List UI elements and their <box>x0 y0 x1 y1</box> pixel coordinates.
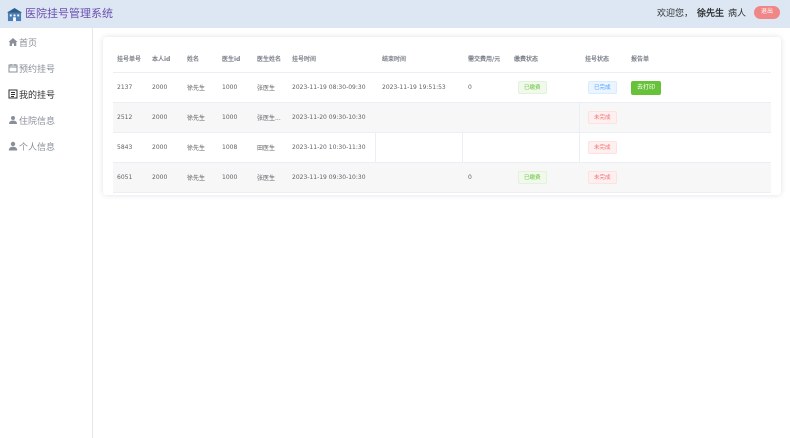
calendar-icon <box>8 64 18 73</box>
cell-self-id: 2000 <box>152 144 168 151</box>
pay-status-cell: 已缴费 <box>518 73 547 102</box>
cell-id: 5843 <box>117 144 133 151</box>
reg-status-cell: 已完成 <box>588 73 617 102</box>
table-row: 2137 2000 徐先生 1000 张医生 2023-11-19 08:30-… <box>113 73 771 103</box>
cell-fee: 0 <box>468 84 472 91</box>
reg-status-cell: 未完成 <box>588 103 617 132</box>
print-report-button[interactable]: 去打印 <box>631 80 662 95</box>
cell-time: 2023-11-19 09:30-10:30 <box>292 174 366 181</box>
col-header: 医生id <box>222 56 241 63</box>
top-header: 医院挂号管理系统 欢迎您， 徐先生 病人 退出 <box>0 0 790 28</box>
table-row: 6051 2000 徐先生 1000 张医生 2023-11-19 09:30-… <box>113 163 771 193</box>
col-header: 结束时间 <box>382 56 407 63</box>
cell-time: 2023-11-19 08:30-09:30 <box>292 84 366 91</box>
cell-doctor-name: 田医生 <box>257 145 276 152</box>
cell-id: 2137 <box>117 84 133 91</box>
sidebar-item-my-registrations[interactable]: 我的挂号 <box>8 87 55 101</box>
col-header: 挂号单号 <box>117 56 142 63</box>
sidebar-item-profile[interactable]: 个人信息 <box>8 139 55 153</box>
sidebar-item-label: 预约挂号 <box>19 64 56 75</box>
cell-self-id: 2000 <box>152 114 168 121</box>
table-row: 5843 2000 徐先生 1008 田医生 2023-11-20 10:30-… <box>113 133 771 163</box>
reg-status-badge: 未完成 <box>588 171 617 184</box>
cell-doctor-name: 张医生 <box>257 175 276 182</box>
cell-doctor-id: 1008 <box>222 144 238 151</box>
cell-name: 徐先生 <box>187 85 206 92</box>
user-name: 徐先生 <box>696 9 724 19</box>
table-header: 挂号单号 本人id 姓名 医生id 医生姓名 挂号时间 结束时间 需交费用/元 … <box>113 45 771 73</box>
welcome-text: 欢迎您， <box>656 9 693 19</box>
hospital-logo-icon <box>7 7 22 22</box>
user-icon <box>8 141 18 151</box>
cell-doctor-id: 1000 <box>222 174 238 181</box>
col-header: 挂号时间 <box>292 56 317 63</box>
cell-doctor-name: 张医生... <box>257 115 281 122</box>
cell-divider <box>375 133 376 162</box>
reg-status-badge: 已完成 <box>588 81 617 94</box>
sidebar-item-label: 个人信息 <box>19 142 56 153</box>
sidebar-item-appointment[interactable]: 预约挂号 <box>8 61 55 75</box>
cell-doctor-name: 张医生 <box>257 85 276 92</box>
pay-status-badge: 已缴费 <box>518 171 547 184</box>
reg-status-cell: 未完成 <box>588 163 617 192</box>
reg-status-badge: 未完成 <box>588 111 617 124</box>
registrations-table: 挂号单号 本人id 姓名 医生id 医生姓名 挂号时间 结束时间 需交费用/元 … <box>113 45 771 193</box>
sidebar-item-label: 首页 <box>19 38 38 49</box>
col-header: 医生姓名 <box>257 56 282 63</box>
cell-doctor-id: 1000 <box>222 114 238 121</box>
col-header: 缴费状态 <box>514 56 539 63</box>
sidebar-item-hospitalization[interactable]: 住院信息 <box>8 113 55 127</box>
user-role: 病人 <box>727 9 746 19</box>
sidebar: 首页 预约挂号 我的挂号 住院信息 个人信息 <box>0 28 93 438</box>
cell-time: 2023-11-20 10:30-11:30 <box>292 144 366 151</box>
user-area: 欢迎您， 徐先生 病人 退出 <box>657 6 780 19</box>
cell-doctor-id: 1000 <box>222 84 238 91</box>
pay-status-badge: 已缴费 <box>518 81 547 94</box>
registrations-card: 挂号单号 本人id 姓名 医生id 医生姓名 挂号时间 结束时间 需交费用/元 … <box>103 37 781 195</box>
table-row: 2512 2000 徐先生 1000 张医生... 2023-11-20 09:… <box>113 103 771 133</box>
cell-name: 徐先生 <box>187 145 206 152</box>
reg-status-badge: 未完成 <box>588 141 617 154</box>
cell-self-id: 2000 <box>152 84 168 91</box>
sidebar-item-label: 我的挂号 <box>19 90 56 101</box>
cell-id: 6051 <box>117 174 133 181</box>
list-icon <box>8 89 18 99</box>
reg-status-cell: 未完成 <box>588 133 617 162</box>
cell-id: 2512 <box>117 114 133 121</box>
cell-name: 徐先生 <box>187 175 206 182</box>
cell-divider <box>579 133 580 162</box>
cell-divider <box>579 103 580 132</box>
sidebar-item-home[interactable]: 首页 <box>8 35 37 49</box>
pay-status-cell: 已缴费 <box>518 163 547 192</box>
sidebar-item-label: 住院信息 <box>19 116 56 127</box>
col-header: 本人id <box>152 56 171 63</box>
bed-icon <box>9 116 17 124</box>
report-cell: 去打印 <box>631 73 662 102</box>
col-header: 需交费用/元 <box>468 56 501 63</box>
app-title: 医院挂号管理系统 <box>25 7 113 20</box>
cell-self-id: 2000 <box>152 174 168 181</box>
home-icon <box>8 38 18 46</box>
col-header: 报告单 <box>631 56 650 63</box>
logout-button[interactable]: 退出 <box>753 6 780 19</box>
cell-name: 徐先生 <box>187 115 206 122</box>
cell-divider <box>462 133 463 162</box>
cell-time: 2023-11-20 09:30-10:30 <box>292 114 366 121</box>
cell-fee: 0 <box>468 174 472 181</box>
col-header: 挂号状态 <box>585 56 610 63</box>
cell-end-time: 2023-11-19 19:51:53 <box>382 84 446 91</box>
col-header: 姓名 <box>187 56 200 63</box>
